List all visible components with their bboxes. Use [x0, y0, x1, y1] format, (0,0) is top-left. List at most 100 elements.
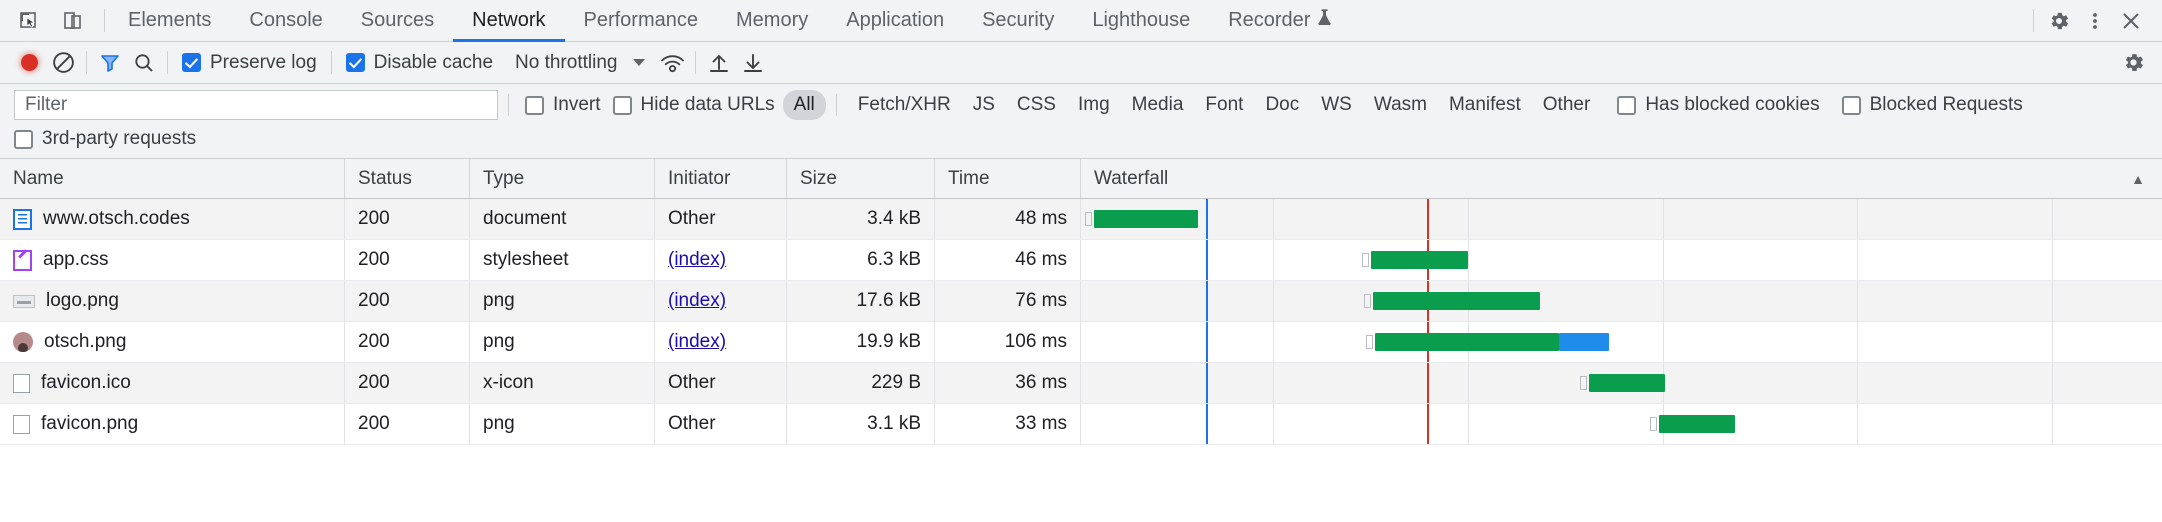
- type-filter-img[interactable]: Img: [1067, 90, 1121, 120]
- types-divider: [835, 94, 837, 116]
- waterfall-gridline: [1857, 240, 1859, 280]
- type-filter-font[interactable]: Font: [1194, 90, 1254, 120]
- close-devtools-icon[interactable]: [2116, 6, 2146, 36]
- waterfall-gridline: [1857, 404, 1859, 444]
- filter-row-secondary: 3rd-party requests: [14, 128, 2148, 150]
- table-row[interactable]: logo.png 200 png (index) 17.6 kB 76 ms: [0, 281, 2162, 322]
- column-header-time[interactable]: Time: [935, 159, 1081, 198]
- tab-label: Elements: [128, 9, 212, 31]
- tab-application[interactable]: Application: [827, 0, 963, 41]
- third-party-requests-checkbox[interactable]: 3rd-party requests: [14, 128, 202, 150]
- wifi-icon[interactable]: [657, 48, 687, 78]
- throttling-dropdown[interactable]: No throttling: [503, 52, 653, 74]
- tab-label: Application: [846, 9, 945, 31]
- waterfall-connection-marker: [1363, 294, 1371, 308]
- request-name: favicon.png: [41, 413, 139, 434]
- hide-data-urls-checkbox[interactable]: Hide data URLs: [607, 94, 781, 116]
- cell-type: stylesheet: [470, 240, 655, 280]
- tab-elements[interactable]: Elements: [109, 0, 230, 41]
- column-header-initiator[interactable]: Initiator: [655, 159, 787, 198]
- import-har-icon[interactable]: [704, 48, 734, 78]
- blank-file-icon: [13, 373, 30, 393]
- tab-console[interactable]: Console: [230, 0, 341, 41]
- type-filter-doc[interactable]: Doc: [1254, 90, 1310, 120]
- cell-time-value: 36 ms: [1015, 372, 1067, 393]
- request-name: www.otsch.codes: [43, 208, 190, 229]
- disable-cache-checkbox[interactable]: Disable cache: [340, 52, 499, 74]
- device-toolbar-icon[interactable]: [58, 6, 88, 36]
- type-filter-manifest[interactable]: Manifest: [1438, 90, 1532, 120]
- tab-performance[interactable]: Performance: [565, 0, 718, 41]
- column-label: Waterfall: [1094, 167, 1169, 189]
- cell-time: 36 ms: [935, 363, 1081, 403]
- type-filter-js[interactable]: JS: [962, 90, 1006, 120]
- waterfall-gridline: [1857, 281, 1859, 321]
- load-event-marker: [1426, 404, 1429, 444]
- settings-gear-icon[interactable]: [2044, 6, 2074, 36]
- column-header-status[interactable]: Status: [345, 159, 470, 198]
- cell-size-value: 17.6 kB: [856, 290, 921, 311]
- tab-lighthouse[interactable]: Lighthouse: [1073, 0, 1209, 41]
- column-header-waterfall[interactable]: Waterfall ▲: [1081, 159, 2162, 198]
- record-network-log-button[interactable]: [14, 48, 44, 78]
- filter-funnel-icon[interactable]: [95, 48, 125, 78]
- cell-type: png: [470, 281, 655, 321]
- tab-memory[interactable]: Memory: [717, 0, 827, 41]
- filter-divider: [508, 94, 509, 116]
- cell-initiator-value[interactable]: (index): [668, 331, 726, 353]
- cell-type-value: png: [483, 290, 515, 311]
- filter-input[interactable]: [14, 90, 498, 120]
- table-header-row: Name Status Type Initiator Size Time Wat…: [0, 159, 2162, 199]
- type-filter-css[interactable]: CSS: [1006, 90, 1067, 120]
- column-header-type[interactable]: Type: [470, 159, 655, 198]
- tab-network[interactable]: Network: [453, 0, 565, 42]
- dom-content-loaded-marker: [1206, 281, 1209, 321]
- invert-label: Invert: [553, 94, 601, 115]
- type-filter-media[interactable]: Media: [1121, 90, 1195, 120]
- waterfall-gridline: [1273, 199, 1275, 239]
- blocked-requests-checkbox[interactable]: Blocked Requests: [1836, 94, 2029, 116]
- has-blocked-cookies-checkbox[interactable]: Has blocked cookies: [1611, 94, 1825, 116]
- inspect-element-icon[interactable]: [14, 6, 44, 36]
- table-row[interactable]: app.css 200 stylesheet (index) 6.3 kB 46 ms: [0, 240, 2162, 281]
- image-preview-icon: [13, 294, 35, 308]
- search-icon[interactable]: [129, 48, 159, 78]
- dom-content-loaded-marker: [1206, 322, 1209, 362]
- table-row[interactable]: favicon.ico 200 x-icon Other 229 B 36 ms: [0, 363, 2162, 404]
- waterfall-gridline: [1467, 363, 1469, 403]
- type-filter-wasm[interactable]: Wasm: [1363, 90, 1438, 120]
- type-filter-fetch-xhr[interactable]: Fetch/XHR: [847, 90, 962, 120]
- cell-size-value: 6.3 kB: [867, 249, 921, 270]
- table-row[interactable]: otsch.png 200 png (index) 19.9 kB 106 ms: [0, 322, 2162, 363]
- network-requests-table: Name Status Type Initiator Size Time Wat…: [0, 159, 2162, 445]
- toolbar-divider: [104, 9, 105, 32]
- request-name: logo.png: [46, 290, 119, 311]
- tab-sources[interactable]: Sources: [342, 0, 453, 41]
- filter-row-primary: Invert Hide data URLs All Fetch/XHR JS C…: [14, 90, 2148, 120]
- type-filter-ws[interactable]: WS: [1310, 90, 1363, 120]
- type-filter-all[interactable]: All: [782, 90, 826, 120]
- cell-name: www.otsch.codes: [0, 199, 345, 239]
- dom-content-loaded-marker: [1206, 404, 1209, 444]
- export-har-icon[interactable]: [738, 48, 768, 78]
- preserve-log-checkbox[interactable]: Preserve log: [176, 52, 323, 74]
- waterfall-gridline: [2051, 240, 2053, 280]
- more-options-kebab-icon[interactable]: [2080, 6, 2110, 36]
- tab-security[interactable]: Security: [963, 0, 1073, 41]
- cell-status: 200: [345, 363, 470, 403]
- table-row[interactable]: www.otsch.codes 200 document Other 3.4 kB 48 …: [0, 199, 2162, 240]
- cell-time-value: 46 ms: [1015, 249, 1067, 270]
- network-settings-gear-icon[interactable]: [2118, 48, 2148, 78]
- cell-initiator-value[interactable]: (index): [668, 249, 726, 271]
- column-header-name[interactable]: Name: [0, 159, 345, 198]
- table-body: www.otsch.codes 200 document Other 3.4 kB 48 …: [0, 199, 2162, 445]
- cell-size: 229 B: [787, 363, 935, 403]
- cell-initiator-value[interactable]: (index): [668, 290, 726, 312]
- table-row[interactable]: favicon.png 200 png Other 3.1 kB 33 ms: [0, 404, 2162, 445]
- column-header-size[interactable]: Size: [787, 159, 935, 198]
- type-filter-other[interactable]: Other: [1532, 90, 1602, 120]
- invert-checkbox[interactable]: Invert: [519, 94, 607, 116]
- cell-type-value: x-icon: [483, 372, 534, 393]
- tab-recorder[interactable]: Recorder: [1209, 0, 1351, 41]
- clear-button[interactable]: [48, 48, 78, 78]
